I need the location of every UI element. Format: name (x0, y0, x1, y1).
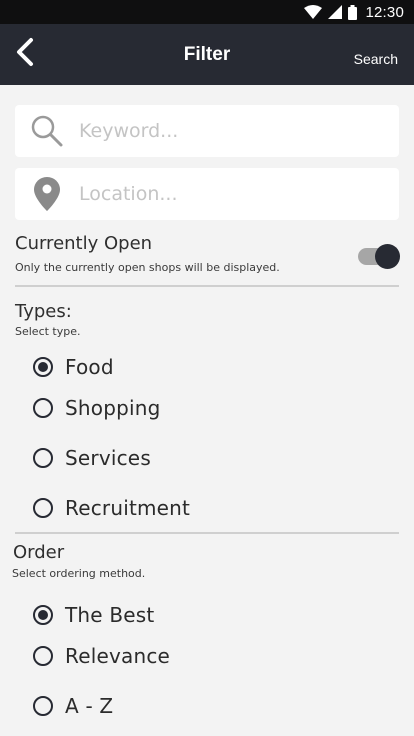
radio-unselected-icon (33, 448, 53, 468)
status-bar: 12:30 (0, 0, 414, 24)
radio-unselected-icon (33, 498, 53, 518)
option-label: Services (65, 446, 151, 470)
type-option-services[interactable]: Services (33, 444, 151, 472)
radio-selected-icon (33, 605, 53, 625)
location-input[interactable] (79, 183, 379, 205)
type-option-recruitment[interactable]: Recruitment (33, 494, 190, 522)
order-option-a-z[interactable]: A - Z (33, 692, 113, 720)
battery-icon (348, 4, 358, 20)
radio-unselected-icon (33, 398, 53, 418)
order-title: Order (13, 542, 65, 563)
keyword-input[interactable] (79, 120, 379, 142)
type-option-shopping[interactable]: Shopping (33, 394, 161, 422)
type-option-food[interactable]: Food (33, 353, 114, 381)
types-title: Types: (15, 301, 72, 322)
option-label: Relevance (65, 644, 171, 668)
location-pin-icon (15, 177, 79, 211)
status-time: 12:30 (365, 3, 404, 21)
option-label: The Best (65, 603, 155, 627)
location-field[interactable] (15, 168, 399, 220)
option-label: Food (65, 355, 114, 379)
order-option-the-best[interactable]: The Best (33, 601, 154, 629)
keyword-field[interactable] (15, 105, 399, 157)
currently-open-title: Currently Open (15, 233, 153, 254)
currently-open-toggle[interactable] (358, 244, 400, 269)
search-button[interactable]: Search (354, 51, 398, 67)
toggle-knob (375, 244, 400, 269)
currently-open-description: Only the currently open shops will be di… (15, 261, 280, 274)
option-label: Shopping (65, 396, 161, 420)
types-subtitle: Select type. (15, 325, 81, 338)
radio-unselected-icon (33, 646, 53, 666)
option-label: A - Z (65, 694, 114, 718)
search-icon (15, 114, 79, 148)
page-title: Filter (183, 44, 231, 65)
wifi-icon (304, 5, 323, 19)
order-option-relevance[interactable]: Relevance (33, 642, 170, 670)
radio-selected-icon (33, 357, 53, 377)
signal-icon (328, 5, 343, 19)
divider (15, 285, 399, 287)
app-bar: Filter Search (0, 24, 414, 85)
option-label: Recruitment (65, 496, 191, 520)
divider (15, 532, 399, 534)
radio-unselected-icon (33, 696, 53, 716)
order-subtitle: Select ordering method. (12, 567, 146, 580)
